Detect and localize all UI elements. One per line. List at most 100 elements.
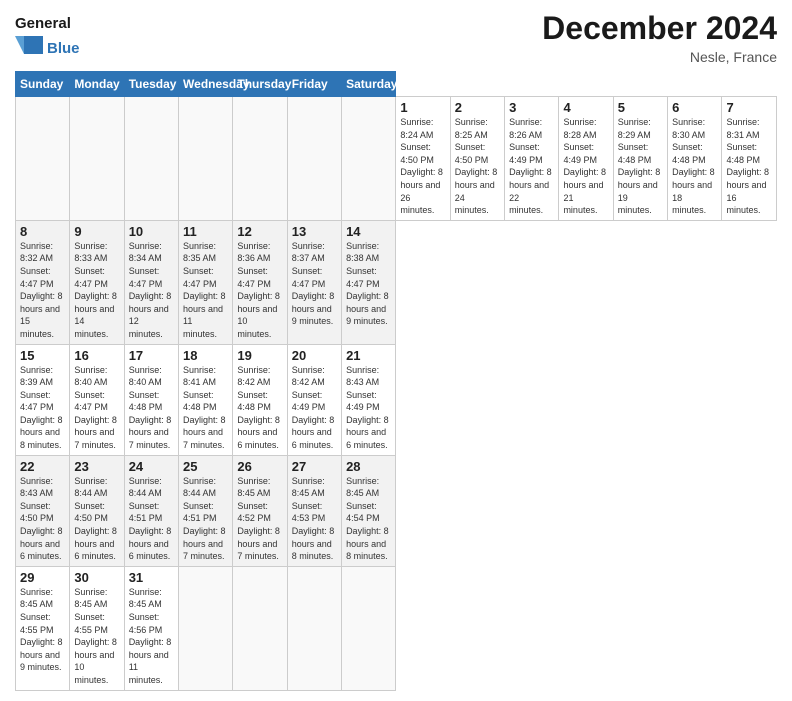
table-row: 2Sunrise: 8:25 AMSunset: 4:50 PMDaylight… (450, 97, 504, 221)
header-thursday: Thursday (233, 72, 287, 97)
day-number: 18 (183, 348, 228, 363)
day-number: 20 (292, 348, 337, 363)
day-info: Sunrise: 8:35 AMSunset: 4:47 PMDaylight:… (183, 240, 228, 341)
header-row: Sunday Monday Tuesday Wednesday Thursday… (16, 72, 777, 97)
table-row: 12Sunrise: 8:36 AMSunset: 4:47 PMDayligh… (233, 220, 287, 344)
day-info: Sunrise: 8:37 AMSunset: 4:47 PMDaylight:… (292, 240, 337, 328)
table-row (233, 566, 287, 690)
day-info: Sunrise: 8:45 AMSunset: 4:56 PMDaylight:… (129, 586, 174, 687)
day-number: 28 (346, 459, 391, 474)
day-number: 31 (129, 570, 174, 585)
calendar-header: Sunday Monday Tuesday Wednesday Thursday… (16, 72, 777, 97)
day-info: Sunrise: 8:25 AMSunset: 4:50 PMDaylight:… (455, 116, 500, 217)
day-number: 1 (400, 100, 445, 115)
day-info: Sunrise: 8:36 AMSunset: 4:47 PMDaylight:… (237, 240, 282, 341)
location: Nesle, France (542, 49, 777, 65)
day-info: Sunrise: 8:41 AMSunset: 4:48 PMDaylight:… (183, 364, 228, 452)
day-info: Sunrise: 8:31 AMSunset: 4:48 PMDaylight:… (726, 116, 772, 217)
day-number: 25 (183, 459, 228, 474)
day-number: 13 (292, 224, 337, 239)
day-info: Sunrise: 8:43 AMSunset: 4:50 PMDaylight:… (20, 475, 65, 563)
svg-text:General: General (15, 15, 71, 32)
table-row: 23Sunrise: 8:44 AMSunset: 4:50 PMDayligh… (70, 455, 124, 566)
table-row: 10Sunrise: 8:34 AMSunset: 4:47 PMDayligh… (124, 220, 178, 344)
table-row (70, 97, 124, 221)
day-number: 8 (20, 224, 65, 239)
day-info: Sunrise: 8:45 AMSunset: 4:52 PMDaylight:… (237, 475, 282, 563)
calendar-body: 1Sunrise: 8:24 AMSunset: 4:50 PMDaylight… (16, 97, 777, 691)
table-row: 1Sunrise: 8:24 AMSunset: 4:50 PMDaylight… (396, 97, 450, 221)
table-row: 11Sunrise: 8:35 AMSunset: 4:47 PMDayligh… (179, 220, 233, 344)
header-tuesday: Tuesday (124, 72, 178, 97)
table-row: 14Sunrise: 8:38 AMSunset: 4:47 PMDayligh… (342, 220, 396, 344)
day-number: 9 (74, 224, 119, 239)
table-row (342, 566, 396, 690)
table-row: 13Sunrise: 8:37 AMSunset: 4:47 PMDayligh… (287, 220, 341, 344)
day-number: 21 (346, 348, 391, 363)
day-number: 26 (237, 459, 282, 474)
day-info: Sunrise: 8:26 AMSunset: 4:49 PMDaylight:… (509, 116, 554, 217)
day-number: 17 (129, 348, 174, 363)
day-number: 5 (618, 100, 663, 115)
day-info: Sunrise: 8:45 AMSunset: 4:55 PMDaylight:… (74, 586, 119, 687)
table-row: 5Sunrise: 8:29 AMSunset: 4:48 PMDaylight… (613, 97, 667, 221)
logo-svg: General Blue (15, 10, 105, 54)
table-row: 22Sunrise: 8:43 AMSunset: 4:50 PMDayligh… (16, 455, 70, 566)
day-number: 10 (129, 224, 174, 239)
table-row: 8Sunrise: 8:32 AMSunset: 4:47 PMDaylight… (16, 220, 70, 344)
table-row: 18Sunrise: 8:41 AMSunset: 4:48 PMDayligh… (179, 344, 233, 455)
table-row (16, 97, 70, 221)
table-row: 7Sunrise: 8:31 AMSunset: 4:48 PMDaylight… (722, 97, 777, 221)
logo: General Blue (15, 10, 105, 54)
day-info: Sunrise: 8:42 AMSunset: 4:49 PMDaylight:… (292, 364, 337, 452)
day-number: 4 (563, 100, 608, 115)
day-info: Sunrise: 8:42 AMSunset: 4:48 PMDaylight:… (237, 364, 282, 452)
day-info: Sunrise: 8:39 AMSunset: 4:47 PMDaylight:… (20, 364, 65, 452)
month-title: December 2024 (542, 10, 777, 47)
header-monday: Monday (70, 72, 124, 97)
calendar: Sunday Monday Tuesday Wednesday Thursday… (15, 71, 777, 691)
day-info: Sunrise: 8:45 AMSunset: 4:54 PMDaylight:… (346, 475, 391, 563)
table-row: 27Sunrise: 8:45 AMSunset: 4:53 PMDayligh… (287, 455, 341, 566)
table-row (179, 566, 233, 690)
table-row: 4Sunrise: 8:28 AMSunset: 4:49 PMDaylight… (559, 97, 613, 221)
table-row: 15Sunrise: 8:39 AMSunset: 4:47 PMDayligh… (16, 344, 70, 455)
header-saturday: Saturday (342, 72, 396, 97)
day-number: 12 (237, 224, 282, 239)
day-number: 7 (726, 100, 772, 115)
day-number: 15 (20, 348, 65, 363)
day-number: 16 (74, 348, 119, 363)
day-info: Sunrise: 8:45 AMSunset: 4:53 PMDaylight:… (292, 475, 337, 563)
table-row: 31Sunrise: 8:45 AMSunset: 4:56 PMDayligh… (124, 566, 178, 690)
day-info: Sunrise: 8:34 AMSunset: 4:47 PMDaylight:… (129, 240, 174, 341)
table-row: 29Sunrise: 8:45 AMSunset: 4:55 PMDayligh… (16, 566, 70, 690)
header: General Blue December 2024 Nesle, France (15, 10, 777, 65)
table-row (342, 97, 396, 221)
day-number: 6 (672, 100, 717, 115)
table-row: 24Sunrise: 8:44 AMSunset: 4:51 PMDayligh… (124, 455, 178, 566)
day-number: 29 (20, 570, 65, 585)
day-info: Sunrise: 8:24 AMSunset: 4:50 PMDaylight:… (400, 116, 445, 217)
day-info: Sunrise: 8:40 AMSunset: 4:48 PMDaylight:… (129, 364, 174, 452)
table-row: 25Sunrise: 8:44 AMSunset: 4:51 PMDayligh… (179, 455, 233, 566)
header-sunday: Sunday (16, 72, 70, 97)
header-wednesday: Wednesday (179, 72, 233, 97)
table-row: 6Sunrise: 8:30 AMSunset: 4:48 PMDaylight… (668, 97, 722, 221)
title-block: December 2024 Nesle, France (542, 10, 777, 65)
day-info: Sunrise: 8:30 AMSunset: 4:48 PMDaylight:… (672, 116, 717, 217)
day-info: Sunrise: 8:28 AMSunset: 4:49 PMDaylight:… (563, 116, 608, 217)
table-row: 30Sunrise: 8:45 AMSunset: 4:55 PMDayligh… (70, 566, 124, 690)
day-info: Sunrise: 8:44 AMSunset: 4:51 PMDaylight:… (129, 475, 174, 563)
table-row: 3Sunrise: 8:26 AMSunset: 4:49 PMDaylight… (505, 97, 559, 221)
day-info: Sunrise: 8:33 AMSunset: 4:47 PMDaylight:… (74, 240, 119, 341)
day-number: 19 (237, 348, 282, 363)
table-row: 26Sunrise: 8:45 AMSunset: 4:52 PMDayligh… (233, 455, 287, 566)
day-number: 22 (20, 459, 65, 474)
table-row (287, 97, 341, 221)
table-row (124, 97, 178, 221)
table-row (287, 566, 341, 690)
day-number: 23 (74, 459, 119, 474)
day-number: 14 (346, 224, 391, 239)
day-info: Sunrise: 8:40 AMSunset: 4:47 PMDaylight:… (74, 364, 119, 452)
table-row: 9Sunrise: 8:33 AMSunset: 4:47 PMDaylight… (70, 220, 124, 344)
